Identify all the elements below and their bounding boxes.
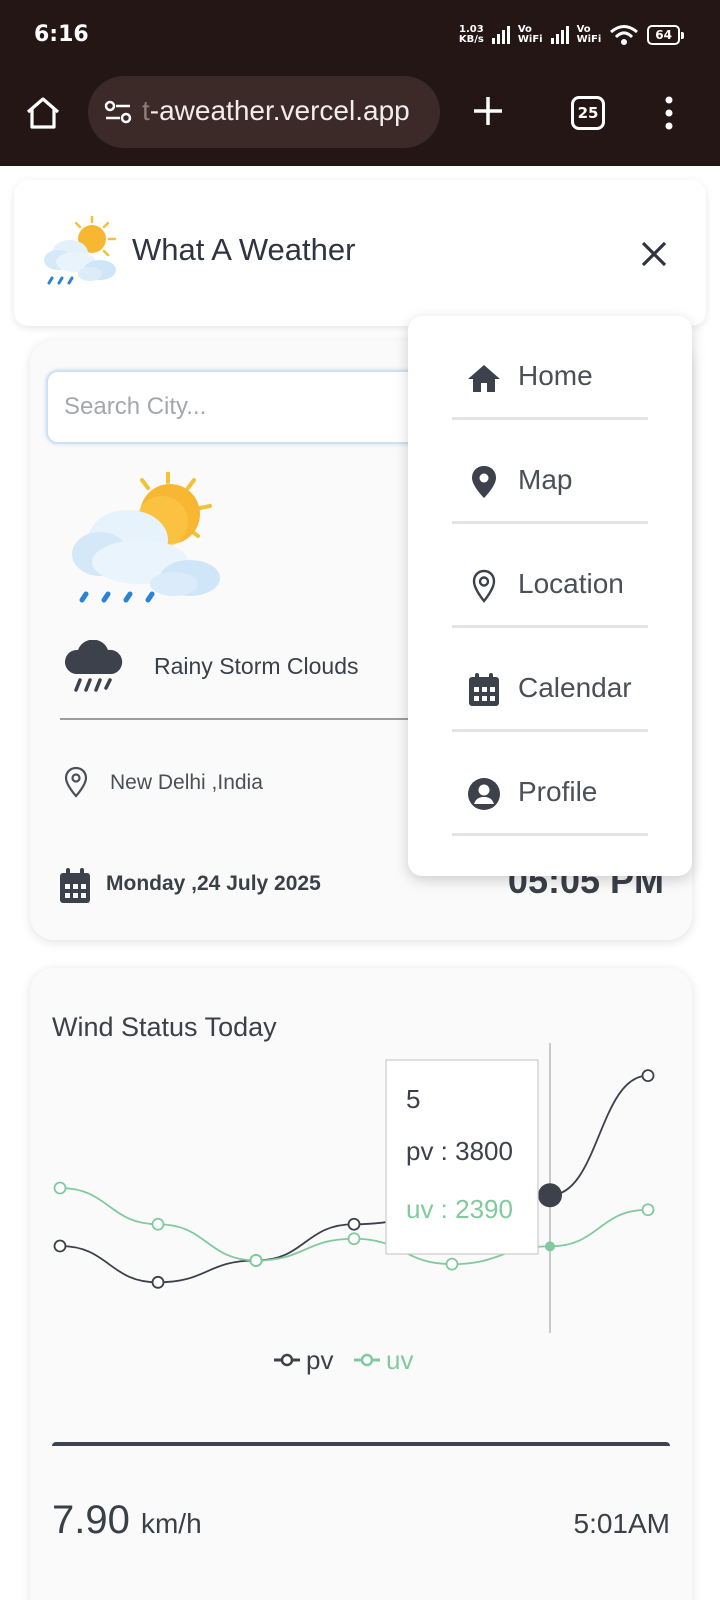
data-point-pv [53,1239,67,1253]
vowifi-label: Vo WiFi [517,24,543,45]
series-line-pv [59,1074,649,1284]
close-icon[interactable] [640,240,668,268]
app-header: What A Weather [14,180,706,326]
data-point-uv [151,1217,165,1231]
nav-menu: Home Map Location Calendar Profile [408,316,692,876]
url-text[interactable]: t-aweather.vercel.app [142,95,410,127]
signal-icon [550,26,569,44]
weather-condition: Rainy Storm Clouds [154,653,359,679]
menu-item-profile[interactable]: Profile [452,732,648,836]
active-point-pv [538,1183,562,1208]
menu-label: Map [518,464,573,495]
data-point-pv [151,1275,165,1289]
legend-dot-uv [360,1353,374,1367]
data-point-uv [445,1257,459,1271]
rain-cloud-icon [65,640,123,692]
tooltip-label: 5 [406,1084,420,1114]
status-icons: 1.03 KB/s Vo WiFi Vo WiFi 64 [458,24,684,46]
wind-speed: 7.90 km/h [52,1498,202,1542]
status-time: 6:16 [34,22,89,47]
menu-label: Calendar [518,672,632,703]
menu-item-calendar[interactable]: Calendar [452,628,648,732]
calendar-icon [60,868,90,903]
data-point-pv [641,1069,655,1083]
weather-logo-icon [44,216,117,285]
wind-chart: 5 pv : 3800 uv : 2390 pv uv [53,1043,655,1375]
menu-label: Location [518,568,624,599]
weather-illustration-icon [72,472,220,603]
menu-label: Profile [518,776,598,807]
new-tab-icon[interactable] [470,93,506,129]
menu-item-home[interactable]: Home [452,316,648,420]
menu-label: Home [518,360,593,391]
data-point-uv [249,1254,263,1267]
tooltip-value-pv: pv : 3800 [406,1136,513,1166]
user-circle-icon [468,778,500,810]
map-marker-icon [472,466,496,498]
wind-divider [52,1442,670,1446]
menu-item-location[interactable]: Location [452,524,648,628]
address-bar[interactable]: t-aweather.vercel.app [88,76,440,148]
app-title: What A Weather [132,232,356,267]
legend-label-uv: uv [386,1345,413,1375]
wind-time: 5:01AM [573,1508,671,1539]
data-point-uv [53,1181,67,1195]
location-pin-icon [64,766,88,798]
wind-status-card: Wind Status Today 5 pv : 3800 uv : 2390 pv u… [30,968,692,1600]
data-point-pv [347,1217,361,1231]
divider [60,718,462,720]
tab-switcher-button[interactable]: 25 [571,96,605,130]
data-point-uv [641,1203,655,1217]
location-text: New Delhi ,India [110,771,263,794]
tooltip-value-uv: uv : 2390 [406,1194,513,1224]
vowifi-label: Vo WiFi [576,24,602,45]
browser-chrome: 6:16 1.03 KB/s Vo WiFi Vo WiFi 64 t-aweathe… [0,0,720,166]
battery-icon: 64 [647,25,684,45]
location-pin-icon [472,569,496,603]
active-point-uv [545,1241,555,1252]
data-point-uv [347,1232,361,1246]
home-icon [468,365,500,392]
home-icon[interactable] [24,94,62,132]
site-settings-icon[interactable] [104,100,132,124]
wifi-icon [610,25,639,45]
network-speed: 1.03 KB/s [458,24,484,45]
legend-dot-pv [280,1353,294,1367]
more-options-icon[interactable] [664,96,674,130]
signal-icon [491,26,510,44]
menu-item-map[interactable]: Map [452,420,648,524]
calendar-icon [469,673,499,706]
date-text: Monday ,24 July 2025 [106,872,321,895]
legend-label-pv: pv [306,1345,333,1375]
